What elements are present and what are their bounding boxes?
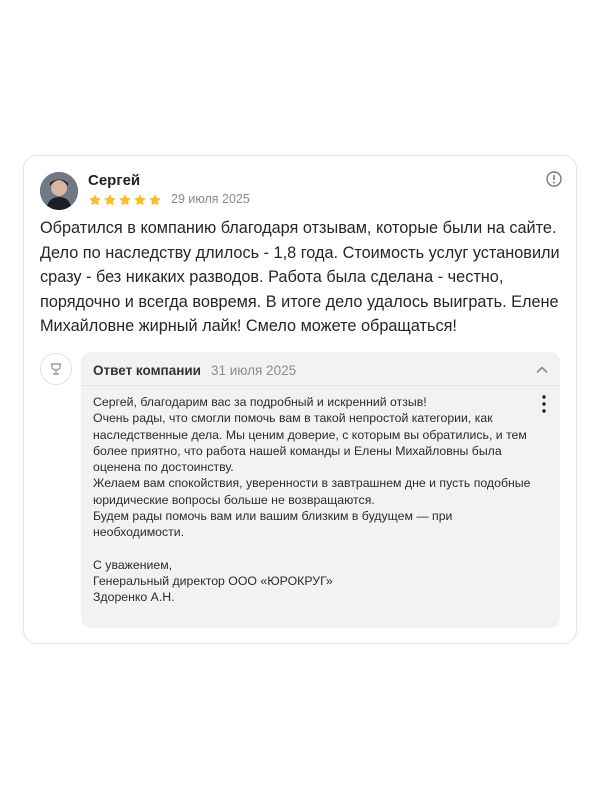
chevron-up-icon[interactable] (534, 362, 550, 378)
reply-date: 31 июля 2025 (210, 363, 297, 378)
more-vertical-icon[interactable] (538, 394, 550, 414)
reply-header: Ответ компании 31 июля 2025 (93, 363, 296, 378)
author-name[interactable]: Сергей (88, 172, 140, 189)
reply-paragraph: Сергей, благодарим вас за подробный и ис… (93, 395, 427, 409)
company-reply: Ответ компании 31 июля 2025 Сергей, благ… (81, 352, 560, 628)
review-card: Сергей 29 июля 2025 Обратился в компанию… (23, 155, 577, 644)
reply-title: Ответ компании (93, 363, 201, 378)
reply-paragraph: Очень рады, что смогли помочь вам в тако… (93, 411, 527, 475)
rating-stars (88, 193, 162, 207)
reply-divider (81, 385, 560, 386)
company-logo (40, 353, 72, 385)
reply-paragraph: Желаем вам спокойствия, уверенности в за… (93, 476, 531, 507)
signature-line: Здоренко А.Н. (93, 590, 175, 605)
info-icon[interactable] (546, 171, 562, 187)
star-icon (89, 194, 101, 206)
review-text: Обратился в компанию благодаря отзывам, … (40, 219, 560, 335)
signature-line: Генеральный директор ООО «ЮРОКРУГ» (93, 573, 333, 588)
signature-line: С уважением, (93, 557, 173, 572)
star-icon (104, 194, 116, 206)
avatar[interactable] (40, 172, 78, 210)
star-icon (119, 194, 131, 206)
reply-body: Сергей, благодарим вас за подробный и ис… (93, 394, 533, 606)
reply-paragraph: Будем рады помочь вам или вашим близким … (93, 509, 453, 540)
star-icon (149, 194, 161, 206)
review-date: 29 июля 2025 (171, 192, 250, 206)
star-icon (134, 194, 146, 206)
